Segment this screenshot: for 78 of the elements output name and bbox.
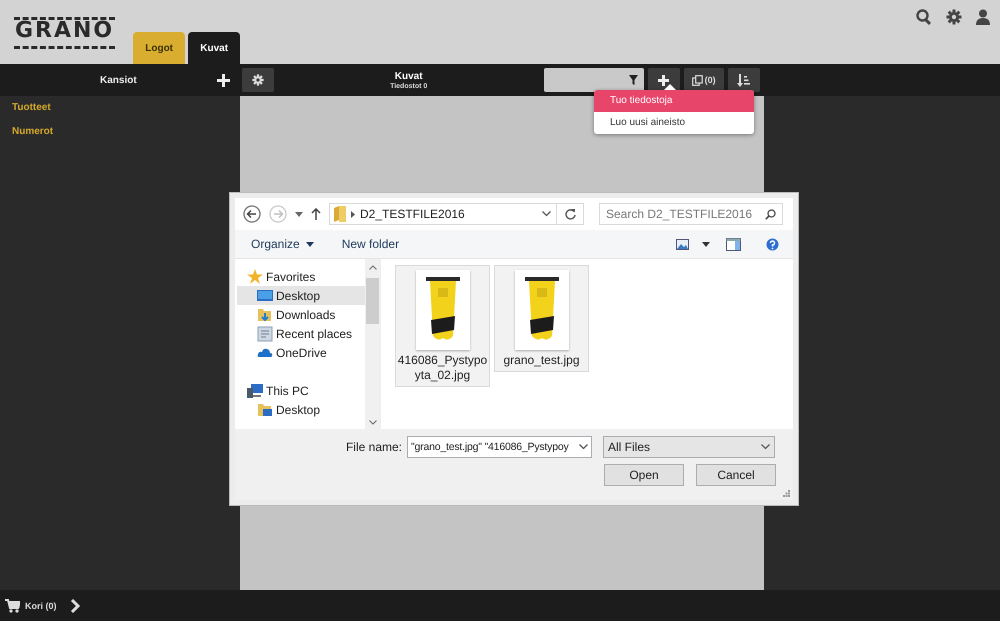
folder-icon — [334, 206, 346, 222]
menu-pointer-icon — [664, 84, 676, 90]
nav-icon — [257, 306, 273, 322]
logo[interactable]: GRANO — [14, 17, 116, 49]
cart-icon — [5, 598, 20, 612]
filter-icon — [628, 75, 638, 85]
nav-item[interactable]: Desktop — [237, 286, 365, 305]
menu-item[interactable]: Luo uusi aineisto — [594, 112, 754, 134]
folders-title: Kansiot — [100, 74, 137, 86]
folder-path: D2_TESTFILE2016 — [360, 207, 466, 221]
file-name-field[interactable]: "grano_test.jpg" "416086_Pystypoy — [407, 436, 592, 458]
nav-icon — [247, 268, 263, 284]
nav-label: Downloads — [276, 308, 336, 322]
file-tile[interactable]: grano_test.jpg — [494, 265, 589, 372]
caret-icon — [306, 242, 314, 246]
nav-icon — [257, 326, 273, 342]
dialog-button[interactable]: Open — [604, 464, 684, 486]
chevron-down-icon — [761, 444, 770, 450]
nav-icon — [257, 288, 273, 304]
chevron-down-icon — [542, 211, 551, 217]
search-icon — [765, 208, 776, 220]
resize-grip-icon[interactable] — [783, 490, 790, 497]
file-name-label: File name: — [344, 440, 403, 454]
picture-icon[interactable] — [676, 238, 689, 250]
file-name: 416086_Pystypoyta_02.jpg — [398, 353, 488, 383]
settings-icon — [252, 74, 264, 86]
settings-icon[interactable] — [946, 9, 962, 25]
nav-item[interactable]: OneDrive — [237, 343, 365, 362]
gallery-title: Kuvat — [394, 70, 423, 82]
nav-label: Desktop — [276, 402, 320, 416]
caret-icon[interactable] — [702, 242, 710, 246]
nav-label: OneDrive — [276, 346, 327, 360]
search-placeholder: Search D2_TESTFILE2016 — [606, 207, 752, 221]
preview-pane-icon[interactable] — [726, 238, 741, 250]
address-bar[interactable]: D2_TESTFILE2016 — [329, 203, 584, 225]
nav-group[interactable]: Favorites — [266, 270, 316, 284]
chevron-right-icon[interactable] — [70, 598, 80, 612]
caret-icon[interactable] — [295, 212, 303, 216]
user-icon[interactable] — [976, 9, 990, 25]
help-icon[interactable] — [766, 238, 779, 250]
menu-item[interactable]: Tuo tiedostoja — [594, 90, 754, 112]
plus-icon[interactable] — [216, 74, 230, 86]
scroll-down-icon[interactable] — [368, 420, 376, 425]
plus-icon — [658, 74, 670, 86]
organize-button[interactable]: Organize — [251, 237, 314, 251]
scrollbar-thumb[interactable] — [366, 278, 379, 324]
nav-item[interactable]: Recent places — [237, 324, 365, 343]
refresh-icon[interactable] — [564, 208, 576, 220]
search-field[interactable]: Search D2_TESTFILE2016 — [599, 203, 783, 225]
nav-icon — [247, 382, 263, 398]
folder-link[interactable]: Tuotteet — [0, 102, 63, 126]
tab[interactable]: Logot — [133, 32, 186, 64]
sort-icon — [737, 74, 750, 86]
selection-button[interactable]: (0) — [684, 68, 724, 92]
nav-group[interactable]: This PC — [266, 384, 309, 398]
up-arrow-icon[interactable] — [311, 208, 321, 220]
chevron-down-icon — [579, 444, 588, 450]
filter-field[interactable] — [544, 68, 644, 92]
file-type-select[interactable]: All Files — [603, 436, 775, 458]
file-tile[interactable]: 416086_Pystypoyta_02.jpg — [395, 265, 490, 387]
cart-button[interactable]: Kori (0) — [5, 598, 56, 612]
search-icon[interactable] — [916, 9, 932, 25]
tab[interactable]: Kuvat — [188, 32, 240, 64]
copy-icon — [692, 74, 703, 86]
new-folder-button[interactable]: New folder — [342, 237, 400, 251]
nav-label: Desktop — [276, 288, 320, 302]
dialog-button[interactable]: Cancel — [696, 464, 776, 486]
settings-button[interactable] — [242, 68, 274, 92]
scroll-up-icon[interactable] — [368, 265, 376, 270]
nav-item[interactable]: Downloads — [237, 305, 365, 324]
nav-item[interactable]: Desktop — [237, 400, 365, 419]
back-icon[interactable] — [243, 205, 261, 223]
folder-link[interactable]: Numerot — [0, 126, 66, 150]
nav-icon — [257, 402, 273, 418]
nav-label: Recent places — [276, 326, 352, 340]
file-name: grano_test.jpg — [502, 353, 581, 368]
sort-button[interactable] — [728, 68, 760, 92]
chevron-right-icon — [351, 210, 355, 218]
